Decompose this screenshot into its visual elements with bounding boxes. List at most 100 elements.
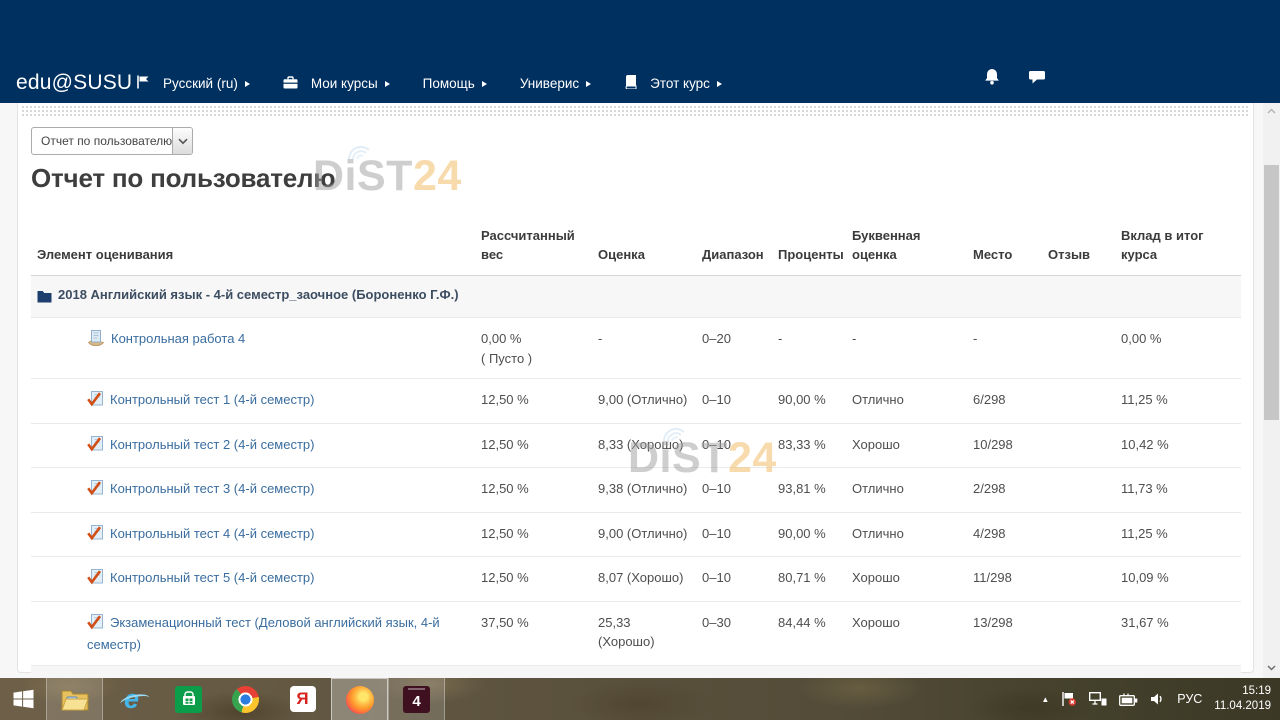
grade-cell: 84,44 % (778, 601, 852, 665)
start-button[interactable] (0, 678, 46, 720)
grade-cell: 0–10 (702, 468, 778, 513)
grade-cell: Хорошо (852, 423, 973, 468)
table-row: Контрольный тест 5 (4-й семестр)12,50 %8… (31, 557, 1241, 602)
column-header: Место (973, 227, 1048, 275)
windows-logo-icon (11, 687, 36, 711)
grade-item-link[interactable]: Контрольный тест 1 (4-й семестр) (110, 392, 314, 407)
yandex-logo: Я (290, 686, 316, 712)
grade-item-link[interactable]: Контрольный тест 4 (4-й семестр) (110, 526, 314, 541)
grade-item-link[interactable]: Экзаменационный тест (Деловой английский… (87, 615, 440, 653)
grade-item-cell: Контрольный тест 1 (4-й семестр) (31, 379, 481, 424)
volume-icon[interactable] (1150, 692, 1165, 706)
taskbar-yandex-browser-icon[interactable]: Я (274, 678, 331, 720)
top-navbar: edu@SUSU Русский (ru) Мои курсы Помощь У… (0, 0, 1280, 103)
nav-item-label: Универис (520, 76, 579, 91)
chevron-right-icon (482, 81, 487, 87)
grade-cell: 11,25 % (1121, 512, 1241, 557)
quiz-icon (87, 569, 104, 591)
taskbar-4game-icon[interactable]: 4 (388, 678, 445, 720)
nav-this-course-menu[interactable]: Этот курс (624, 75, 722, 92)
nav-univeris-menu[interactable]: Универис (520, 76, 591, 91)
folder-explorer-icon (61, 688, 89, 711)
report-type-select[interactable]: Отчет по пользователю (31, 127, 193, 155)
grade-cell: 0–10 (702, 512, 778, 557)
scroll-up-arrow[interactable] (1263, 103, 1280, 119)
flag-icon (136, 75, 150, 92)
4game-logo: 4 (403, 686, 430, 713)
column-header: Диапазон (702, 227, 778, 275)
grade-cell: 10/298 (973, 423, 1048, 468)
grade-cell: 0–10 (702, 379, 778, 424)
grade-cell: 90,00 % (778, 379, 852, 424)
ie-logo: e (124, 686, 139, 713)
notifications-bell-icon[interactable] (984, 68, 1000, 90)
network-icon[interactable] (1089, 692, 1107, 706)
grade-item-cell: Контрольный тест 5 (4-й семестр) (31, 557, 481, 602)
grade-cell: 0–30 (702, 601, 778, 665)
grade-cell: 12,50 % (481, 468, 598, 513)
table-row: Контрольный тест 3 (4-й семестр)12,50 %9… (31, 468, 1241, 513)
grade-item-cell: Контрольная работа 4 (31, 318, 481, 379)
taskbar-chrome-icon[interactable] (217, 678, 274, 720)
chrome-logo-icon (232, 686, 259, 713)
grade-cell: 12,50 % (481, 557, 598, 602)
dotted-texture (21, 105, 1250, 117)
grade-cell: 9,38 (Отлично) (598, 468, 702, 513)
grade-cell: 13/298 (973, 601, 1048, 665)
grade-cell (1048, 318, 1121, 379)
category-name: 2018 Английский язык - 4-й семестр_заочн… (58, 287, 459, 302)
nav-item-label: Этот курс (650, 76, 710, 91)
grade-cell: 10,09 % (1121, 557, 1241, 602)
grade-cell: - (852, 318, 973, 379)
grade-cell: - (598, 318, 702, 379)
quiz-icon (87, 525, 104, 547)
battery-icon[interactable] (1119, 693, 1138, 706)
scrollbar-thumb[interactable] (1264, 165, 1279, 420)
grade-cell (1048, 601, 1121, 665)
nav-help-menu[interactable]: Помощь (423, 76, 487, 91)
taskbar-file-explorer-icon[interactable] (46, 678, 103, 720)
grade-cell: - (973, 318, 1048, 379)
grade-cell: 80,71 % (778, 557, 852, 602)
grade-cell: 8,33 (Хорошо) (598, 423, 702, 468)
grade-cell: 0,00 %( Пусто ) (481, 318, 598, 379)
clock[interactable]: 15:19 11.04.2019 (1214, 684, 1271, 714)
grade-item-cell: Экзаменационный тест (Деловой английский… (31, 601, 481, 665)
taskbar-firefox-icon[interactable] (331, 678, 388, 720)
messages-bubble-icon[interactable] (1028, 70, 1046, 90)
grade-item-link[interactable]: Контрольный тест 3 (4-й семестр) (110, 481, 314, 496)
grade-cell: 11,25 % (1121, 379, 1241, 424)
column-header: Буквенная оценка (852, 227, 973, 275)
table-header-row: Элемент оцениванияРассчитанный весОценка… (31, 227, 1241, 275)
scroll-down-arrow[interactable] (1263, 660, 1280, 676)
grade-cell: 0,00 % (1121, 318, 1241, 379)
grade-item-link[interactable]: Контрольный тест 2 (4-й семестр) (110, 437, 314, 452)
grade-cell: 93,81 % (778, 468, 852, 513)
vertical-scrollbar[interactable] (1263, 103, 1280, 678)
taskbar-internet-explorer-icon[interactable]: e (103, 678, 160, 720)
table-row: Экзаменационный тест (Деловой английский… (31, 601, 1241, 665)
grade-cell: 8,07 (Хорошо) (598, 557, 702, 602)
grade-item-cell: Контрольный тест 2 (4-й семестр) (31, 423, 481, 468)
nav-language-menu[interactable]: Русский (ru) (136, 75, 250, 92)
column-header: Вклад в итог курса (1121, 227, 1241, 275)
tray-expand-arrow[interactable]: ▲ (1041, 695, 1049, 704)
grade-item-link[interactable]: Контрольный тест 5 (4-й семестр) (110, 570, 314, 585)
clock-time: 15:19 (1214, 684, 1271, 699)
column-header: Отзыв (1048, 227, 1121, 275)
language-indicator[interactable]: РУС (1177, 692, 1202, 706)
quiz-icon (87, 614, 104, 636)
column-header: Оценка (598, 227, 702, 275)
grade-report-table-wrap: Элемент оцениванияРассчитанный весОценка… (31, 227, 1241, 720)
action-center-flag-icon[interactable] (1061, 691, 1077, 707)
grade-item-link[interactable]: Контрольная работа 4 (111, 331, 245, 346)
grade-cell: 9,00 (Отлично) (598, 512, 702, 557)
grade-cell: 10,42 % (1121, 423, 1241, 468)
grade-cell: Хорошо (852, 601, 973, 665)
nav-my-courses-menu[interactable]: Мои курсы (283, 76, 390, 92)
taskbar-windows-store-icon[interactable] (160, 678, 217, 720)
chevron-right-icon (717, 81, 722, 87)
grade-cell: 2/298 (973, 468, 1048, 513)
site-logo[interactable]: edu@SUSU (16, 71, 132, 95)
chevron-right-icon (586, 81, 591, 87)
